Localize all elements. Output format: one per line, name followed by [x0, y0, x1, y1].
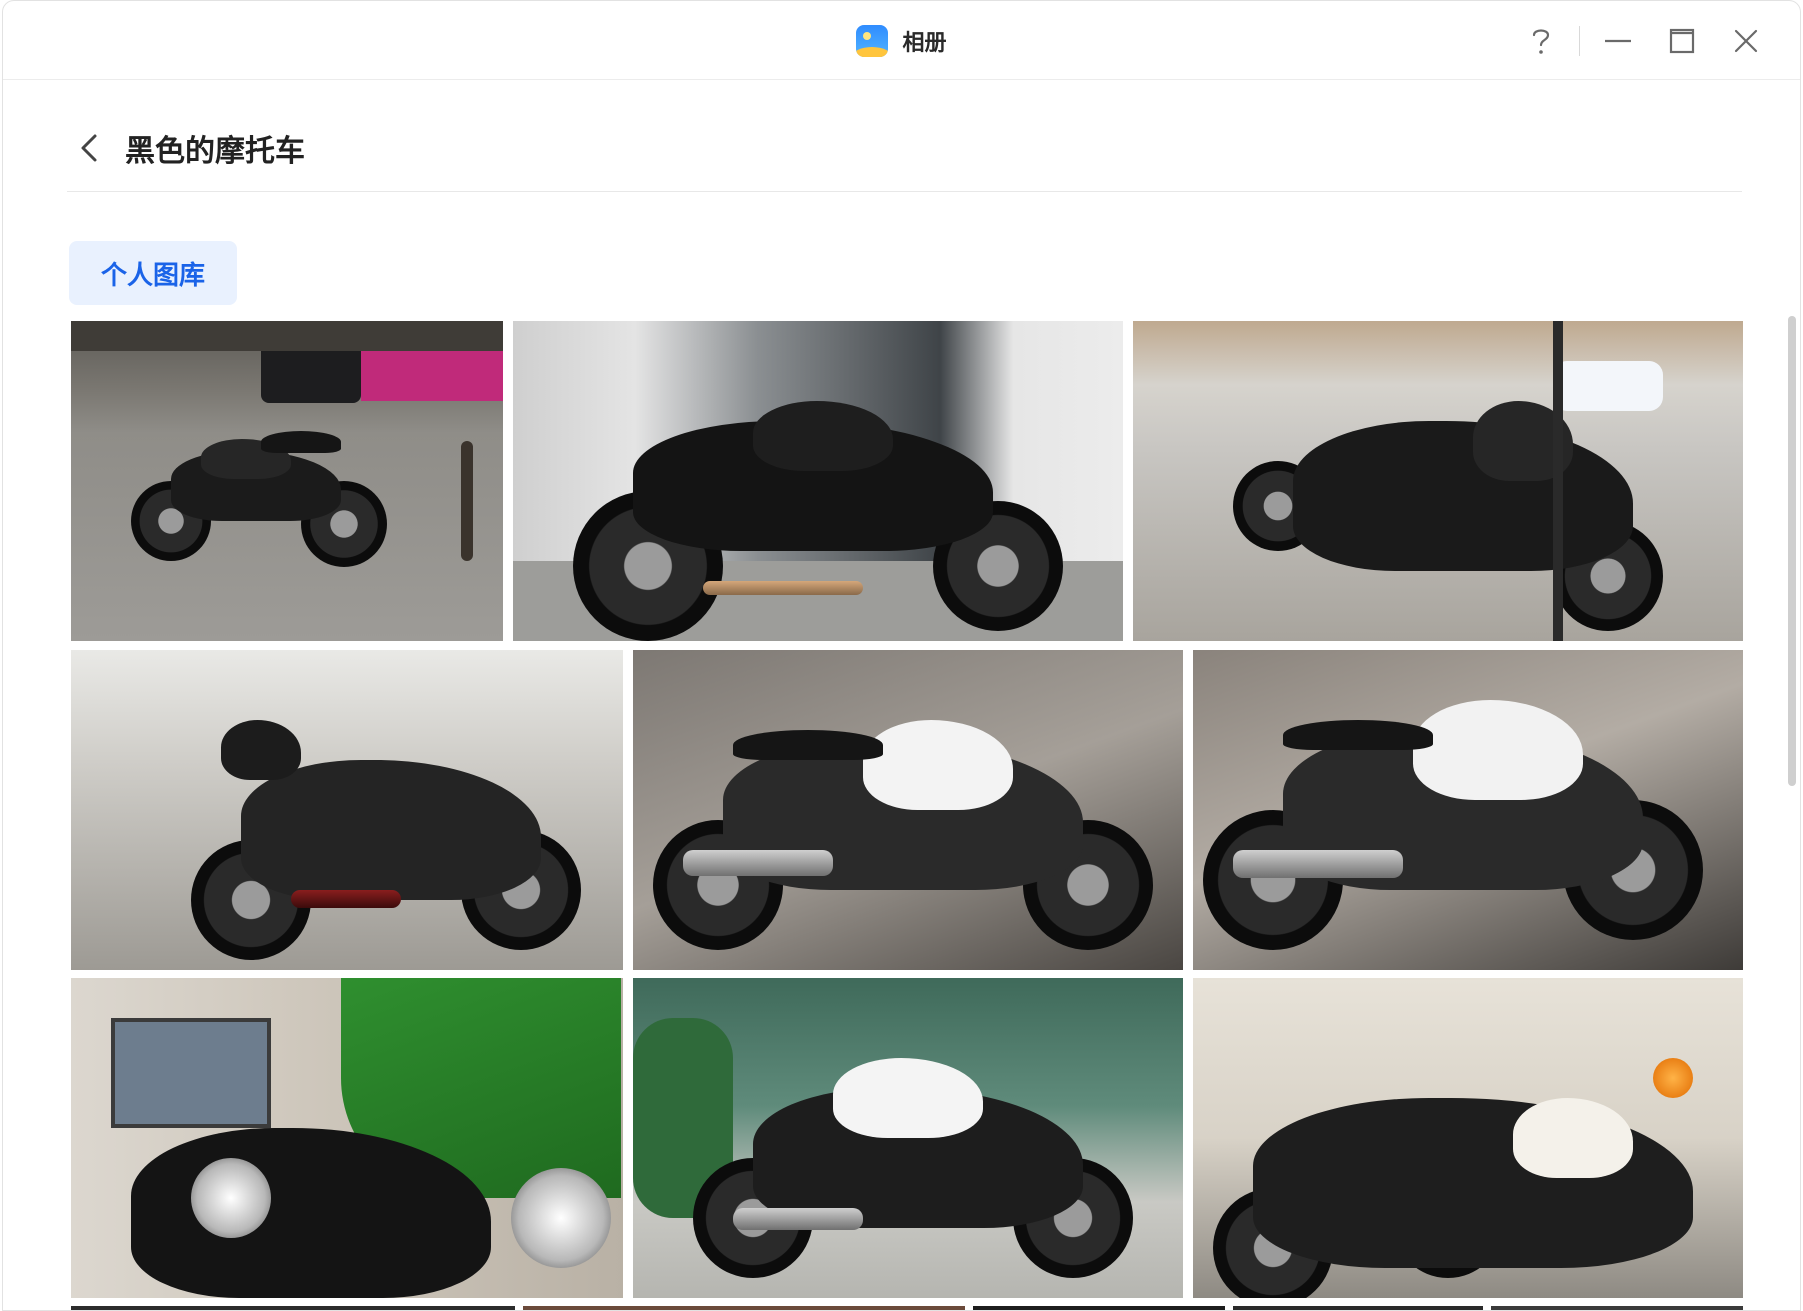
photos-app-icon [856, 24, 889, 57]
title-bar: 相册 [3, 1, 1800, 80]
minimize-icon [1605, 39, 1631, 42]
close-button[interactable] [1714, 1, 1778, 80]
chip-label: 个人图库 [101, 260, 206, 291]
controls-divider [1579, 25, 1580, 56]
photo-tile[interactable] [71, 650, 623, 970]
photo-tile[interactable] [1491, 1306, 1743, 1310]
help-button[interactable] [1509, 1, 1573, 80]
photos-window: 相册 黑色的摩托车 个人图库 [2, 0, 1801, 1311]
photo-tile[interactable] [1193, 650, 1743, 970]
page-header: 黑色的摩托车 [67, 105, 1742, 192]
chevron-left-icon [81, 134, 97, 162]
app-title: 相册 [902, 30, 947, 56]
personal-library-chip[interactable]: 个人图库 [69, 241, 238, 305]
question-icon [1532, 28, 1550, 54]
photo-tile[interactable] [71, 978, 623, 1298]
photo-tile[interactable] [1133, 321, 1743, 641]
photo-tile[interactable] [1233, 1306, 1483, 1310]
photo-tile[interactable] [523, 1306, 965, 1310]
photo-tile[interactable] [973, 1306, 1225, 1310]
photo-tile[interactable] [633, 978, 1183, 1298]
minimize-button[interactable] [1586, 1, 1650, 80]
photo-tile[interactable] [71, 321, 503, 641]
photo-tile[interactable] [513, 321, 1123, 641]
close-icon [1734, 29, 1758, 52]
window-controls [1509, 1, 1778, 80]
photo-tile[interactable] [633, 650, 1183, 970]
page-title: 黑色的摩托车 [125, 134, 305, 169]
maximize-button[interactable] [1650, 1, 1714, 80]
back-button[interactable] [69, 128, 109, 168]
photo-tile[interactable] [1193, 978, 1743, 1298]
vertical-scrollbar[interactable] [1788, 316, 1796, 786]
photo-tile[interactable] [71, 1306, 515, 1310]
maximize-icon [1669, 28, 1695, 53]
